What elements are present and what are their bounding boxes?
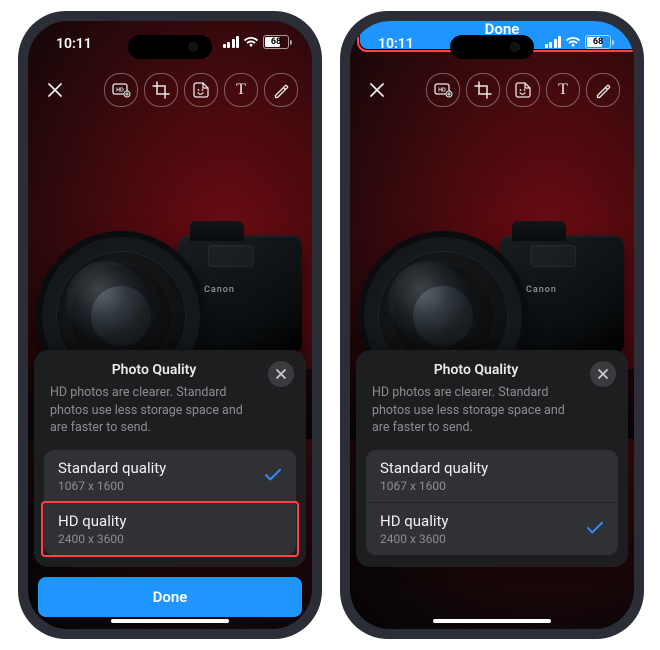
wifi-icon	[243, 36, 259, 48]
wifi-icon	[565, 36, 581, 48]
sticker-button[interactable]	[506, 73, 540, 107]
editor-toolbar: HD T	[28, 69, 312, 111]
option-resolution: 2400 x 3600	[58, 532, 282, 546]
option-title: Standard quality	[58, 459, 264, 477]
phone-frame: Canon 10:11 68	[340, 11, 644, 639]
draw-button[interactable]	[586, 73, 620, 107]
option-standard-quality[interactable]: Standard quality 1067 x 1600	[44, 450, 296, 502]
sheet-title: Photo Quality	[48, 362, 260, 378]
sheet-close-button[interactable]	[590, 361, 616, 387]
close-button[interactable]	[44, 79, 66, 101]
photo-quality-sheet: Photo Quality HD photos are clearer. Sta…	[34, 350, 306, 567]
cellular-signal-icon	[545, 36, 562, 48]
sheet-close-button[interactable]	[268, 361, 294, 387]
option-resolution: 1067 x 1600	[380, 479, 604, 493]
quality-option-list: Standard quality 1067 x 1600 HD quality …	[366, 450, 618, 555]
cellular-signal-icon	[223, 36, 240, 48]
hd-quality-button[interactable]: HD	[104, 73, 138, 107]
text-button[interactable]: T	[224, 73, 258, 107]
text-button[interactable]: T	[546, 73, 580, 107]
photo-camera-brand: Canon	[204, 285, 235, 295]
dynamic-island	[128, 35, 212, 59]
svg-text:HD: HD	[438, 88, 446, 94]
photo-camera-brand: Canon	[526, 285, 557, 295]
battery-indicator: 68	[585, 35, 614, 49]
status-right-cluster: 68	[545, 35, 615, 49]
sheet-subtitle: HD photos are clearer. Standard photos u…	[372, 384, 580, 436]
battery-indicator: 68	[263, 35, 292, 49]
status-time: 10:11	[56, 36, 92, 52]
option-title: HD quality	[58, 512, 282, 530]
toolbar-button-group: HD T	[104, 73, 298, 107]
phone-frame: Canon 10:11 68	[18, 11, 322, 639]
option-hd-quality[interactable]: HD quality 2400 x 3600	[366, 502, 618, 555]
battery-percent: 68	[271, 37, 281, 47]
phone-screen: Canon 10:11 68	[28, 21, 312, 629]
comparison-stage: Canon 10:11 68	[0, 0, 660, 650]
toolbar-button-group: HD T	[426, 73, 620, 107]
home-indicator[interactable]	[111, 619, 229, 624]
quality-option-list: Standard quality 1067 x 1600 HD quality …	[44, 450, 296, 555]
photo-quality-sheet: Photo Quality HD photos are clearer. Sta…	[356, 350, 628, 567]
done-button[interactable]: Done	[38, 577, 302, 617]
phone-screen: Canon 10:11 68	[350, 21, 634, 629]
option-title: HD quality	[380, 512, 586, 530]
dynamic-island	[450, 35, 534, 59]
option-standard-quality[interactable]: Standard quality 1067 x 1600	[366, 450, 618, 502]
crop-button[interactable]	[144, 73, 178, 107]
checkmark-icon	[264, 467, 282, 486]
status-time: 10:11	[378, 36, 414, 52]
battery-percent: 68	[593, 37, 603, 47]
sheet-subtitle: HD photos are clearer. Standard photos u…	[50, 384, 258, 436]
svg-text:HD: HD	[116, 88, 124, 94]
hd-quality-button[interactable]: HD	[426, 73, 460, 107]
checkmark-icon	[586, 520, 604, 539]
crop-button[interactable]	[466, 73, 500, 107]
sticker-button[interactable]	[184, 73, 218, 107]
home-indicator[interactable]	[433, 619, 551, 624]
sheet-title: Photo Quality	[370, 362, 582, 378]
option-title: Standard quality	[380, 459, 604, 477]
draw-button[interactable]	[264, 73, 298, 107]
option-resolution: 2400 x 3600	[380, 532, 586, 546]
status-right-cluster: 68	[223, 35, 293, 49]
done-button-wrap: Done	[38, 577, 302, 617]
editor-toolbar: HD T	[350, 69, 634, 111]
close-button[interactable]	[366, 79, 388, 101]
option-hd-quality[interactable]: HD quality 2400 x 3600	[44, 502, 296, 555]
option-resolution: 1067 x 1600	[58, 479, 264, 493]
